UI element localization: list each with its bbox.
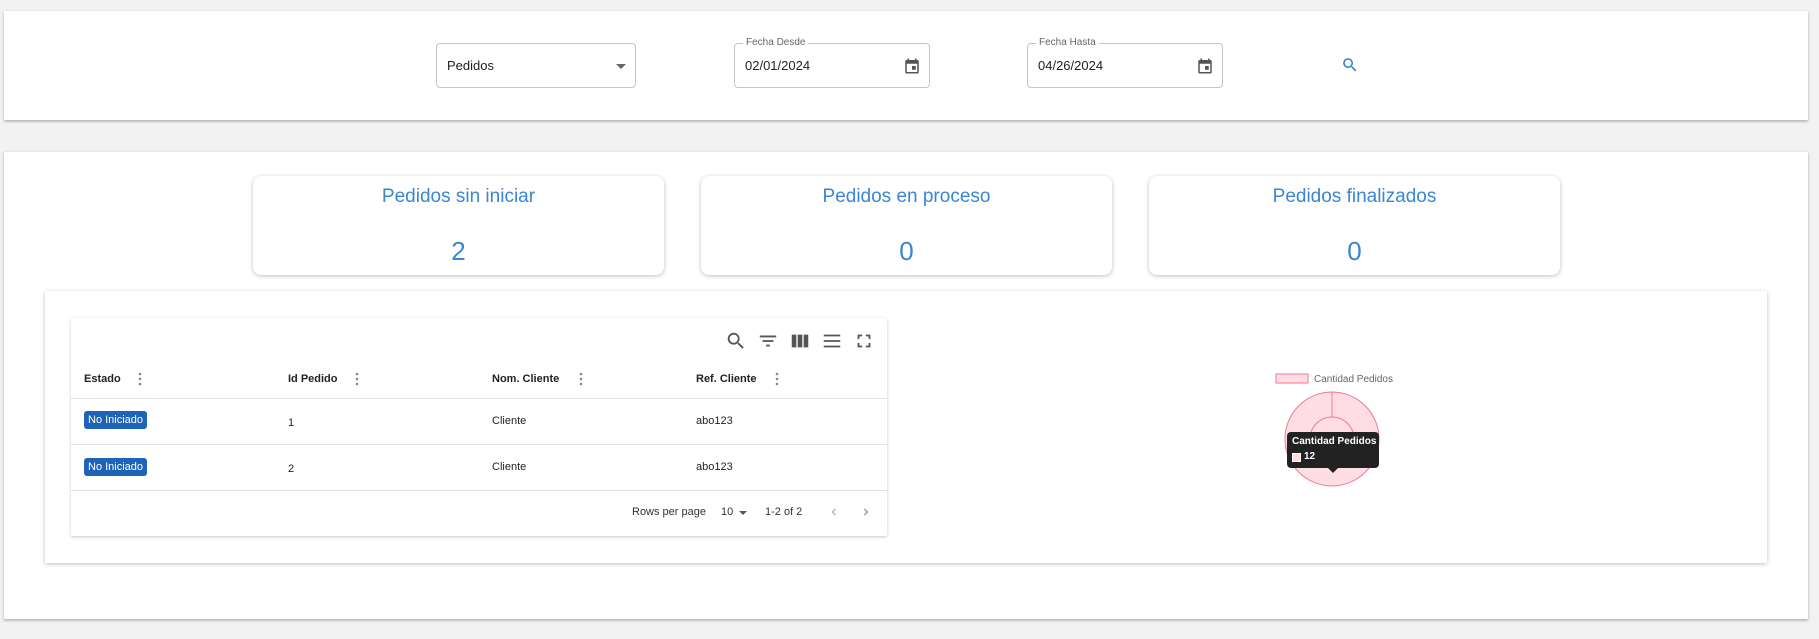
fullscreen-icon[interactable]: [853, 330, 875, 352]
date-to-label: Fecha Hasta: [1036, 37, 1099, 49]
density-icon[interactable]: [821, 330, 843, 352]
kpi-value: 0: [1347, 236, 1362, 266]
tooltip-title: Cantidad Pedidos: [1292, 436, 1377, 447]
cell-ref-cliente: abo123: [696, 461, 733, 473]
kpi-value: 2: [451, 236, 466, 266]
pagination-range: 1-2 of 2: [765, 506, 803, 518]
date-to-value: 04/26/2024: [1038, 58, 1104, 73]
tooltip-value: 12: [1304, 451, 1316, 462]
date-to-field[interactable]: Fecha Hasta 04/26/2024: [1027, 37, 1223, 88]
entity-select-value: Pedidos: [447, 58, 494, 73]
kpi-card-finalizados: Pedidos finalizados 0: [1149, 176, 1560, 275]
entity-select[interactable]: Pedidos: [436, 43, 636, 88]
date-from-value: 02/01/2024: [745, 58, 811, 73]
cell-nom-cliente: Cliente: [492, 461, 527, 473]
cell-id-pedido: 2: [288, 463, 295, 475]
cell-ref-cliente: abo123: [696, 415, 733, 427]
column-menu-icon[interactable]: [352, 372, 362, 386]
legend-swatch: [1275, 373, 1309, 384]
columns-icon[interactable]: [789, 330, 811, 352]
column-header-estado[interactable]: Estado: [84, 373, 121, 385]
search-icon[interactable]: [1341, 56, 1359, 74]
divider: [71, 444, 887, 445]
kpi-title: Pedidos en proceso: [822, 186, 991, 207]
legend-label[interactable]: Cantidad Pedidos: [1314, 374, 1393, 385]
divider: [71, 490, 887, 491]
chevron-down-icon: [616, 64, 626, 69]
status-badge: No Iniciado: [84, 458, 148, 476]
column-menu-icon[interactable]: [576, 372, 586, 386]
column-menu-icon[interactable]: [772, 372, 782, 386]
calendar-icon[interactable]: [1196, 57, 1214, 75]
orders-table: Estado Id Pedido Nom. Cliente Ref. Clien…: [71, 318, 887, 536]
column-header-ref-cliente[interactable]: Ref. Cliente: [696, 373, 757, 385]
chevron-left-icon[interactable]: [827, 505, 841, 519]
date-from-field[interactable]: Fecha Desde 02/01/2024: [734, 37, 930, 88]
chevron-down-icon: [739, 511, 747, 515]
kpi-value: 0: [899, 236, 914, 266]
column-header-id-pedido[interactable]: Id Pedido: [288, 373, 338, 385]
tooltip-caret: [1328, 468, 1338, 473]
chart-tooltip: Cantidad Pedidos 12: [1287, 432, 1379, 473]
column-header-nom-cliente[interactable]: Nom. Cliente: [492, 373, 559, 385]
column-menu-icon[interactable]: [135, 372, 145, 386]
search-icon[interactable]: [725, 330, 747, 352]
kpi-title: Pedidos sin iniciar: [381, 186, 536, 207]
date-from-label: Fecha Desde: [743, 37, 809, 49]
chevron-right-icon[interactable]: [859, 505, 873, 519]
orders-pie-chart: Cantidad Pedidos: [1275, 373, 1393, 487]
kpi-title: Pedidos finalizados: [1272, 186, 1437, 207]
filter-icon[interactable]: [757, 330, 779, 352]
rows-per-page-label: Rows per page: [632, 506, 706, 518]
rows-per-page-select[interactable]: 10: [719, 503, 751, 521]
rows-per-page-value: 10: [721, 506, 734, 518]
status-badge: No Iniciado: [84, 411, 148, 429]
kpi-card-en-proceso: Pedidos en proceso 0: [701, 176, 1112, 275]
cell-nom-cliente: Cliente: [492, 415, 527, 427]
calendar-icon[interactable]: [903, 57, 921, 75]
divider: [71, 398, 887, 399]
cell-id-pedido: 1: [288, 417, 295, 429]
kpi-card-sin-iniciar: Pedidos sin iniciar 2: [253, 176, 664, 275]
tooltip-swatch: [1292, 453, 1301, 462]
